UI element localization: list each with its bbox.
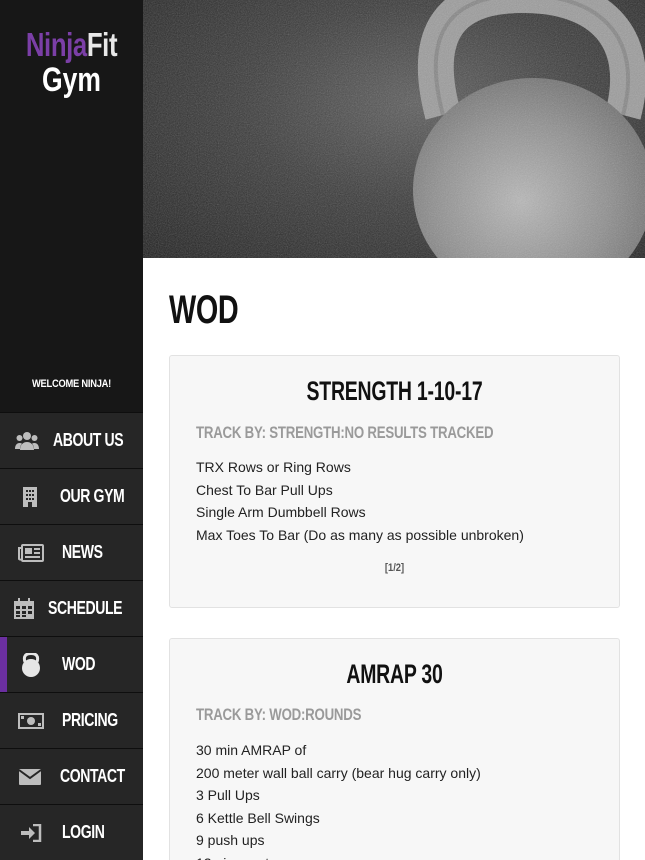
- welcome-message: WELCOME NINJA!: [31, 378, 112, 390]
- workout-movements: 30 min AMRAP of 200 meter wall ball carr…: [196, 739, 481, 860]
- users-icon: [0, 413, 53, 469]
- workout-line: 12 air squats: [196, 852, 481, 860]
- workout-card: AMRAP 30 TRACK BY: WOD:ROUNDS 30 min AMR…: [169, 638, 620, 860]
- logo-ninja: Ninja: [25, 26, 87, 63]
- nav-item-about-us[interactable]: ABOUT US: [0, 412, 143, 468]
- nav-label: SCHEDULE: [47, 598, 123, 618]
- nav-item-contact[interactable]: CONTACT: [0, 748, 143, 804]
- workout-line: Max Toes To Bar (Do as many as possible …: [196, 526, 524, 543]
- nav-label: NEWS: [62, 542, 103, 562]
- logo-gym: Gym: [42, 60, 101, 99]
- logo-fit: Fit: [86, 26, 118, 63]
- kettlebell-illustration: [143, 0, 645, 258]
- nav-label: CONTACT: [59, 766, 125, 786]
- nav-item-login[interactable]: LOGIN: [0, 804, 143, 860]
- workout-pager[interactable]: [1/2]: [204, 562, 586, 574]
- nav-label: OUR GYM: [60, 486, 125, 506]
- kettlebell-icon: [0, 637, 62, 693]
- nav-item-wod[interactable]: WOD: [0, 636, 143, 692]
- workout-line: 9 push ups: [196, 832, 265, 848]
- sidebar: NinjaFit Gym WELCOME NINJA! ABOUT US OUR…: [0, 0, 143, 860]
- workout-line: Single Arm Dumbbell Rows: [196, 504, 366, 520]
- building-icon: [0, 469, 60, 525]
- workout-movements: TRX Rows or Ring Rows Chest To Bar Pull …: [196, 456, 524, 546]
- workout-line: 6 Kettle Bell Swings: [196, 809, 320, 826]
- gym-logo[interactable]: NinjaFit Gym: [0, 26, 143, 99]
- workout-title: STRENGTH 1-10-17: [306, 376, 483, 406]
- envelope-icon: [0, 749, 60, 805]
- workout-card: STRENGTH 1-10-17 TRACK BY: STRENGTH:NO R…: [169, 355, 620, 608]
- nav-label: PRICING: [62, 710, 118, 730]
- money-icon: [0, 693, 62, 749]
- workout-track-by: TRACK BY: STRENGTH:NO RESULTS TRACKED: [196, 423, 494, 442]
- nav-label: LOGIN: [62, 822, 105, 842]
- workout-title: AMRAP 30: [346, 659, 443, 689]
- nav-item-schedule[interactable]: SCHEDULE: [0, 580, 143, 636]
- newspaper-icon: [0, 525, 62, 581]
- kettlebell-hero-image: [143, 0, 645, 258]
- page-title: WOD: [169, 288, 239, 332]
- workout-line: 3 Pull Ups: [196, 787, 260, 803]
- sign-in-icon: [0, 805, 62, 860]
- workout-line: TRX Rows or Ring Rows: [196, 459, 351, 475]
- nav-label: WOD: [62, 654, 96, 674]
- nav-item-our-gym[interactable]: OUR GYM: [0, 468, 143, 524]
- nav-item-pricing[interactable]: PRICING: [0, 692, 143, 748]
- workout-track-by: TRACK BY: WOD:ROUNDS: [196, 705, 362, 724]
- nav-label: ABOUT US: [53, 430, 124, 450]
- calendar-icon: [0, 581, 48, 637]
- workout-line: 200 meter wall ball carry (bear hug carr…: [196, 764, 481, 781]
- workout-line: 30 min AMRAP of: [196, 742, 307, 758]
- workout-line: Chest To Bar Pull Ups: [196, 481, 333, 498]
- nav-item-news[interactable]: NEWS: [0, 524, 143, 580]
- main-nav: ABOUT US OUR GYM NEWS SCHEDULE WOD PRICI…: [0, 412, 143, 860]
